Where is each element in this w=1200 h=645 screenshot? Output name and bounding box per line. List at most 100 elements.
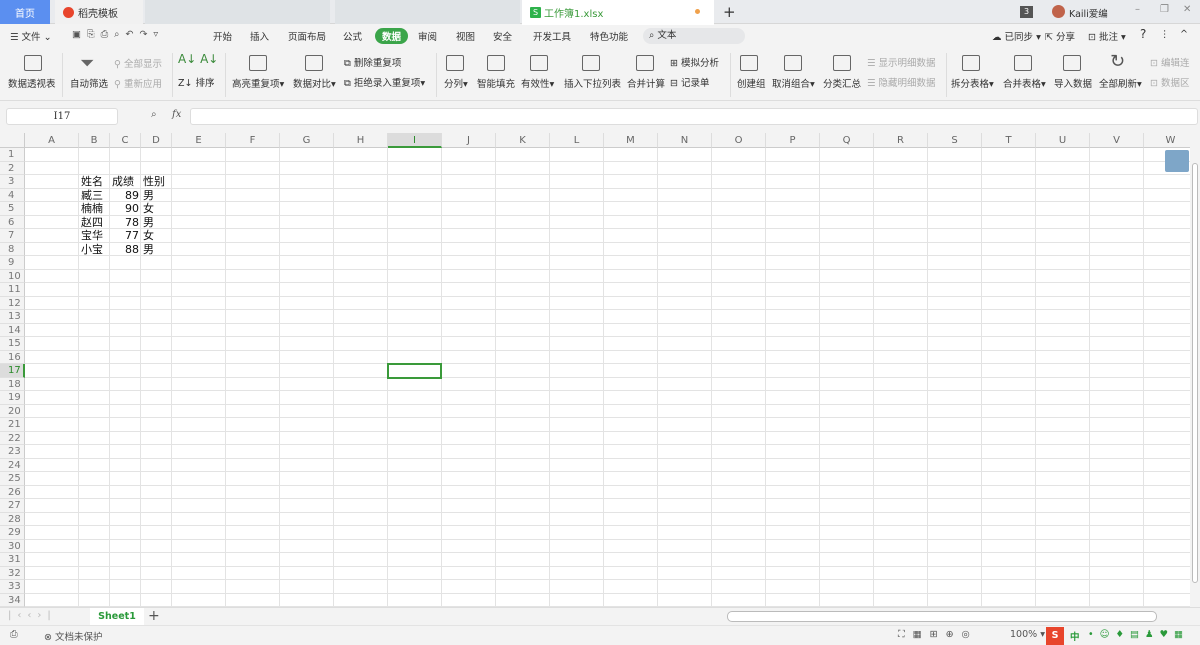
column-header-S[interactable]: S [928,133,982,148]
row-header-13[interactable]: 13 [0,310,25,324]
row-header-14[interactable]: 14 [0,323,25,337]
cell-D3[interactable]: 性别 [143,175,170,189]
row-header-10[interactable]: 10 [0,269,25,283]
row-header-29[interactable]: 29 [0,526,25,540]
cell-D5[interactable]: 女 [143,202,170,216]
merge-table-button[interactable]: 合并表格▾ [1003,76,1046,90]
window-count-badge[interactable]: 3 [1020,6,1033,18]
column-header-W[interactable]: W [1144,133,1190,148]
fx-button[interactable]: fx [172,109,181,120]
remove-duplicates-button[interactable]: ⧉ 删除重复项 [344,55,401,69]
data-compare-button[interactable]: 数据对比▾ [293,76,336,90]
cell-C6[interactable]: 78 [112,216,139,230]
cell-D8[interactable]: 男 [143,243,170,257]
cell-C8[interactable]: 88 [112,243,139,257]
row-header-27[interactable]: 27 [0,499,25,513]
view-mode-icons[interactable]: ⛶▦⊞⊕◎ [898,629,978,640]
refresh-all-button[interactable]: 全部刷新▾ [1099,76,1142,90]
collapse-ribbon-button[interactable]: ^ [1180,29,1188,40]
split-column-button[interactable]: 分列▾ [444,76,468,90]
select-all-corner[interactable] [0,133,25,148]
search-input[interactable]: ⌕ 文本 [643,28,745,44]
spreadsheet-grid[interactable]: A B C D E F G H I J K L M N O P Q R S T U V W 1 2 3 4 5 6 7 8 9 10 11 12 13… [0,133,1190,607]
menu-view[interactable]: 视图 [456,29,475,43]
zoom-formula-icon[interactable]: ⌕ [151,109,157,120]
column-header-V[interactable]: V [1090,133,1144,148]
cell-D4[interactable]: 男 [143,189,170,203]
column-header-M[interactable]: M [604,133,658,148]
sync-button[interactable]: ☁ 已同步 ▾ [992,29,1041,43]
share-button[interactable]: ⇱ 分享 [1045,29,1075,43]
close-button[interactable]: ✕ [1183,4,1191,15]
menu-review[interactable]: 审阅 [418,29,437,43]
row-header-18[interactable]: 18 [0,377,25,391]
avatar[interactable] [1052,5,1065,18]
create-group-button[interactable]: 创建组 [737,76,766,90]
macro-icon[interactable]: ⎙ [10,629,18,640]
column-header-N[interactable]: N [658,133,712,148]
menu-data[interactable]: 数据 [375,28,409,44]
column-header-G[interactable]: G [280,133,334,148]
validity-button[interactable]: 有效性▾ [521,76,554,90]
cell-B8[interactable]: 小宝 [81,243,108,257]
column-header-P[interactable]: P [766,133,820,148]
user-name[interactable]: Kaili爱编 [1069,6,1108,20]
column-header-U[interactable]: U [1036,133,1090,148]
pivot-table-button[interactable]: 数据透视表 [8,76,56,90]
row-header-23[interactable]: 23 [0,445,25,459]
sort-asc-icon[interactable]: A↓ A↓ [178,52,218,66]
tab-blurred[interactable] [145,0,330,24]
row-header-19[interactable]: 19 [0,391,25,405]
menu-page-layout[interactable]: 页面布局 [288,29,326,43]
ime-mode[interactable]: 中 [1070,629,1080,643]
row-header-20[interactable]: 20 [0,404,25,418]
split-table-button[interactable]: 拆分表格▾ [951,76,994,90]
reject-duplicates-button[interactable]: ⧉ 拒绝录入重复项▾ [344,75,425,89]
column-header-F[interactable]: F [226,133,280,148]
row-header-26[interactable]: 26 [0,485,25,499]
row-header-31[interactable]: 31 [0,553,25,567]
selected-cell-cursor[interactable] [387,363,442,379]
show-detail-button[interactable]: ☰ 显示明细数据 [867,55,936,69]
cell-B7[interactable]: 宝华 [81,229,108,243]
row-header-32[interactable]: 32 [0,566,25,580]
new-tab-button[interactable]: + [715,0,736,24]
row-header-6[interactable]: 6 [0,215,25,229]
menu-start[interactable]: 开始 [213,29,232,43]
subtotal-button[interactable]: 分类汇总 [823,76,861,90]
menu-insert[interactable]: 插入 [250,29,269,43]
name-box[interactable]: I17 [6,108,118,125]
column-header-E[interactable]: E [172,133,226,148]
highlight-duplicates-button[interactable]: 高亮重复项▾ [232,76,284,90]
formula-input[interactable] [190,108,1198,125]
menu-developer[interactable]: 开发工具 [533,29,571,43]
cell-C4[interactable]: 89 [112,189,139,203]
doc-protection[interactable]: ⊗ 文档未保护 [44,629,103,643]
column-header-I[interactable]: I [388,133,442,148]
row-header-11[interactable]: 11 [0,283,25,297]
row-header-34[interactable]: 34 [0,593,25,607]
row-header-4[interactable]: 4 [0,188,25,202]
autofilter-button[interactable]: 自动筛选 [70,76,108,90]
record-form-button[interactable]: ⊟ 记录单 [670,75,710,89]
more-button[interactable]: ⋮ [1160,29,1170,40]
vertical-scroll-thumb[interactable] [1192,163,1198,583]
column-header-R[interactable]: R [874,133,928,148]
row-header-5[interactable]: 5 [0,202,25,216]
tab-template[interactable]: 稻壳模板 [55,0,143,24]
menu-security[interactable]: 安全 [493,29,512,43]
row-header-21[interactable]: 21 [0,418,25,432]
smart-fill-button[interactable]: 智能填充 [477,76,515,90]
import-data-button[interactable]: 导入数据 [1054,76,1092,90]
edit-link-button[interactable]: ⊡ 编辑连 [1150,55,1190,69]
row-header-25[interactable]: 25 [0,472,25,486]
column-header-T[interactable]: T [982,133,1036,148]
sort-button[interactable]: Z↓ 排序 [178,75,215,89]
row-header-12[interactable]: 12 [0,296,25,310]
cell-D7[interactable]: 女 [143,229,170,243]
column-header-Q[interactable]: Q [820,133,874,148]
row-header-9[interactable]: 9 [0,256,25,270]
horizontal-scrollbar[interactable] [727,611,1157,622]
consolidate-button[interactable]: 合并计算 [627,76,665,90]
column-header-L[interactable]: L [550,133,604,148]
